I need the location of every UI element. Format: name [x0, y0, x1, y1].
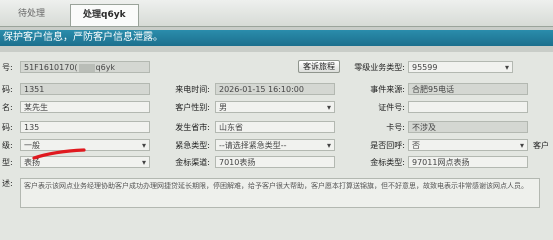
contact-number-field[interactable]: 135	[20, 121, 150, 133]
red-underline-annotation	[32, 148, 86, 160]
contact-number-value: 135	[24, 123, 40, 132]
gold-channel-label: 金标渠道:	[175, 158, 210, 167]
gold-type-field[interactable]: 97011网点表扬	[408, 156, 528, 168]
ticket-form: 号: 51F1610170( q6yk 客诉旅程 零级业务类型: 95599 码:…	[0, 52, 553, 240]
gold-channel-field[interactable]: 7010表扬	[215, 156, 335, 168]
tab-pending[interactable]: 待处理	[6, 4, 57, 25]
urgency-type-value: --请选择紧急类型--	[219, 141, 287, 150]
description-field[interactable]: 客户表示该网点业务经理协助客户成功办理网捷贷延长期限，停困解难，给予客户很大帮助…	[20, 178, 540, 208]
province-label: 发生省市:	[175, 123, 210, 132]
description-text: 客户表示该网点业务经理协助客户成功办理网捷贷延长期限，停困解难，给予客户很大帮助…	[24, 182, 528, 190]
privacy-banner: 保护客户信息，严防客户信息泄露。	[0, 30, 553, 46]
gold-type-value: 97011网点表扬	[412, 158, 470, 167]
urgency-type-label: 紧急类型:	[175, 141, 210, 150]
phone-label: 码:	[2, 85, 13, 94]
level-label: 级:	[2, 141, 13, 150]
callback-select[interactable]: 否	[408, 139, 528, 151]
redacted-block	[78, 63, 95, 72]
card-number-field[interactable]: 不涉及	[408, 121, 528, 133]
call-time-field[interactable]: 2026-01-15 16:10:00	[215, 83, 335, 95]
name-field[interactable]: 某先生	[20, 101, 150, 113]
callback-value: 否	[412, 141, 420, 150]
card-number-value: 不涉及	[412, 123, 436, 132]
type-label: 型:	[2, 158, 13, 167]
id-number-label: 证件号:	[378, 103, 405, 112]
id-number-field[interactable]	[408, 101, 528, 113]
gold-channel-value: 7010表扬	[219, 158, 256, 167]
gender-value: 男	[219, 103, 227, 112]
ticket-id-field[interactable]: 51F1610170( q6yk	[20, 61, 150, 73]
gender-label: 客户性别:	[175, 103, 210, 112]
phone-field[interactable]: 1351	[20, 83, 150, 95]
gold-type-label: 金标类型:	[370, 158, 405, 167]
event-source-field[interactable]: 合肥95电话	[408, 83, 528, 95]
customer-label: 客户	[533, 141, 549, 150]
ticket-id-suffix: q6yk	[95, 63, 116, 72]
ticket-id-value: 51F1610170(	[24, 63, 78, 72]
business-type-label: 零级业务类型:	[354, 63, 405, 72]
name-value: 某先生	[24, 103, 48, 112]
tab-bar: 待处理 处理q6yk	[0, 0, 553, 27]
call-time-label: 来电时间:	[175, 85, 210, 94]
name-label: 名:	[2, 103, 13, 112]
callback-label: 是否回呼:	[370, 141, 405, 150]
phone-value: 1351	[24, 85, 45, 94]
call-time-value: 2026-01-15 16:10:00	[219, 85, 304, 94]
province-field[interactable]: 山东省	[215, 121, 335, 133]
card-number-label: 卡号:	[386, 123, 405, 132]
event-source-label: 事件来源:	[370, 85, 405, 94]
business-type-value: 95599	[412, 63, 438, 72]
gender-select[interactable]: 男	[215, 101, 335, 113]
contact-number-label: 码:	[2, 123, 13, 132]
complaint-journey-button[interactable]: 客诉旅程	[298, 60, 340, 73]
event-source-value: 合肥95电话	[412, 85, 455, 94]
description-label: 述:	[2, 179, 13, 188]
urgency-type-select[interactable]: --请选择紧急类型--	[215, 139, 335, 151]
tab-process-q6yk[interactable]: 处理q6yk	[70, 4, 139, 26]
ticket-id-label: 号:	[2, 63, 13, 72]
business-type-select[interactable]: 95599	[408, 61, 513, 73]
province-value: 山东省	[219, 123, 243, 132]
